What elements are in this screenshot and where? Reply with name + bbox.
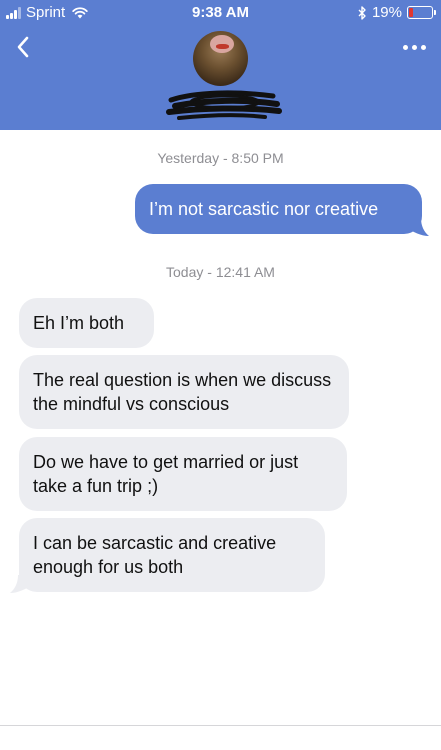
incoming-message[interactable]: I can be sarcastic and creative enough f…: [19, 518, 325, 592]
message-text: I can be sarcastic and creative enough f…: [33, 533, 277, 577]
bluetooth-icon: [358, 5, 366, 20]
message-text: I’m not sarcastic nor creative: [149, 199, 379, 219]
message-timestamp: Today - 12:41 AM: [166, 264, 275, 280]
battery-percent: 19%: [371, 4, 402, 21]
bubble-tail: [10, 575, 32, 593]
incoming-message[interactable]: The real question is when we discuss the…: [19, 355, 349, 429]
ellipsis-icon: [402, 44, 408, 50]
incoming-message[interactable]: Eh I’m both: [19, 298, 154, 348]
message-text: Do we have to get married or just take a…: [33, 452, 299, 496]
contact-avatar[interactable]: [193, 31, 248, 86]
status-right: 19%: [358, 4, 436, 21]
message-text: The real question is when we discuss the…: [33, 370, 332, 414]
outgoing-message[interactable]: I’m not sarcastic nor creative: [135, 184, 422, 234]
message-timestamp: Yesterday - 8:50 PM: [157, 150, 284, 166]
battery-level-fill: [409, 8, 413, 17]
battery-icon: [407, 6, 436, 19]
back-button[interactable]: [8, 32, 38, 62]
chevron-left-icon: [17, 36, 29, 58]
redacted-contact-name: [166, 90, 282, 120]
composer-divider: [0, 725, 441, 726]
chat-header: Sprint 9:38 AM 19%: [0, 0, 441, 130]
status-bar: Sprint 9:38 AM 19%: [0, 0, 441, 26]
incoming-message[interactable]: Do we have to get married or just take a…: [19, 437, 347, 511]
bubble-tail: [407, 218, 429, 236]
more-options-button[interactable]: [397, 36, 431, 58]
message-text: Eh I’m both: [33, 313, 125, 333]
